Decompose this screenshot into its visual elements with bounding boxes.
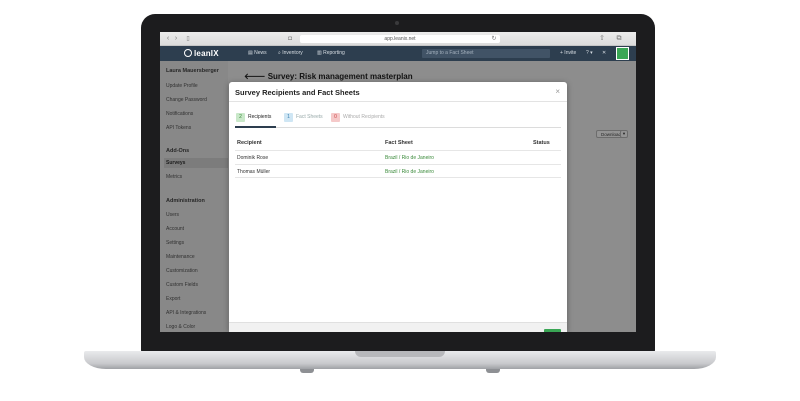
- modal-footer: [229, 322, 567, 332]
- nav-inventory[interactable]: ⌕ Inventory: [278, 50, 303, 56]
- table-row: Dominik Rose Brazil / Rio de Janeiro: [235, 150, 561, 164]
- laptop-foot-left: [300, 369, 314, 373]
- column-recipient: Recipient: [237, 140, 262, 146]
- app-header: leanIX ▤ News ⌕ Inventory ▥ Reporting Ju…: [160, 46, 636, 61]
- camera: [395, 21, 399, 25]
- reload-icon[interactable]: ↻: [490, 35, 498, 43]
- tab-without-recipients-label: Without Recipients: [343, 114, 385, 120]
- settings-icon[interactable]: ✕: [602, 50, 606, 56]
- tab-recipients-label: Recipients: [248, 114, 272, 120]
- screen: ‹ › ▯ ◘ app.leanix.net ↻ ⇧ ⧉ leanIX ▤ Ne…: [160, 32, 636, 332]
- search-icon: ⌕: [278, 50, 281, 56]
- fact-sheet-link[interactable]: Brazil / Rio de Janeiro: [385, 169, 434, 175]
- back-arrow-icon[interactable]: ‹: [165, 35, 171, 43]
- fact-sheet-link[interactable]: Brazil / Rio de Janeiro: [385, 155, 434, 161]
- close-icon[interactable]: ×: [555, 87, 560, 96]
- tab-fact-sheets-label: Fact Sheets: [296, 114, 323, 120]
- news-icon: ▤: [248, 50, 253, 56]
- nav-news[interactable]: ▤ News: [248, 50, 267, 56]
- nav-reporting[interactable]: ▥ Reporting: [317, 50, 345, 56]
- tab-without-recipients[interactable]: 0 Without Recipients: [331, 111, 385, 123]
- tab-recipients-count: 2: [236, 113, 245, 122]
- table-row: Thomas Müller Brazil / Rio de Janeiro: [235, 164, 561, 178]
- recipient-name: Thomas Müller: [237, 169, 271, 175]
- browser-toolbar: ‹ › ▯ ◘ app.leanix.net ↻ ⇧ ⧉: [160, 32, 636, 46]
- tabs-divider: [235, 127, 561, 128]
- table-header: Recipient Fact Sheet Status: [235, 138, 561, 148]
- tab-active-indicator: [235, 126, 276, 128]
- chart-icon: ▥: [317, 50, 322, 56]
- tab-fact-sheets-count: 1: [284, 113, 293, 122]
- nav-news-label: News: [254, 50, 267, 56]
- logo-icon: [184, 49, 192, 57]
- modal-title: Survey Recipients and Fact Sheets: [235, 88, 360, 97]
- tab-recipients[interactable]: 2 Recipients: [236, 111, 271, 123]
- nav-reporting-label: Reporting: [323, 50, 345, 56]
- nav-inventory-label: Inventory: [282, 50, 303, 56]
- logo-text: leanIX: [194, 49, 219, 58]
- laptop-notch: [355, 351, 445, 357]
- invite-button[interactable]: + Invite: [560, 50, 576, 56]
- modal-header-divider: [229, 101, 567, 102]
- shield-icon: ◘: [288, 36, 292, 42]
- help-menu[interactable]: ? ▾: [586, 50, 593, 56]
- share-icon[interactable]: ⇧: [598, 35, 606, 43]
- survey-recipients-modal: Survey Recipients and Fact Sheets × 2 Rec…: [229, 82, 567, 332]
- sidebar-toggle-icon[interactable]: ▯: [184, 35, 192, 43]
- tab-fact-sheets[interactable]: 1 Fact Sheets: [284, 111, 323, 123]
- modal-primary-button[interactable]: [544, 329, 561, 332]
- recipient-name: Dominik Rose: [237, 155, 269, 161]
- tab-without-recipients-count: 0: [331, 113, 340, 122]
- forward-arrow-icon[interactable]: ›: [173, 35, 179, 43]
- jump-to-fact-sheet-input[interactable]: Jump to a Fact Sheet: [422, 49, 550, 58]
- address-bar[interactable]: app.leanix.net: [300, 35, 500, 43]
- laptop-foot-right: [486, 369, 500, 373]
- leanix-logo[interactable]: leanIX: [184, 49, 219, 58]
- column-status: Status: [533, 140, 550, 146]
- tabs-icon[interactable]: ⧉: [615, 35, 623, 43]
- avatar[interactable]: [616, 47, 629, 60]
- column-fact-sheet: Fact Sheet: [385, 140, 413, 146]
